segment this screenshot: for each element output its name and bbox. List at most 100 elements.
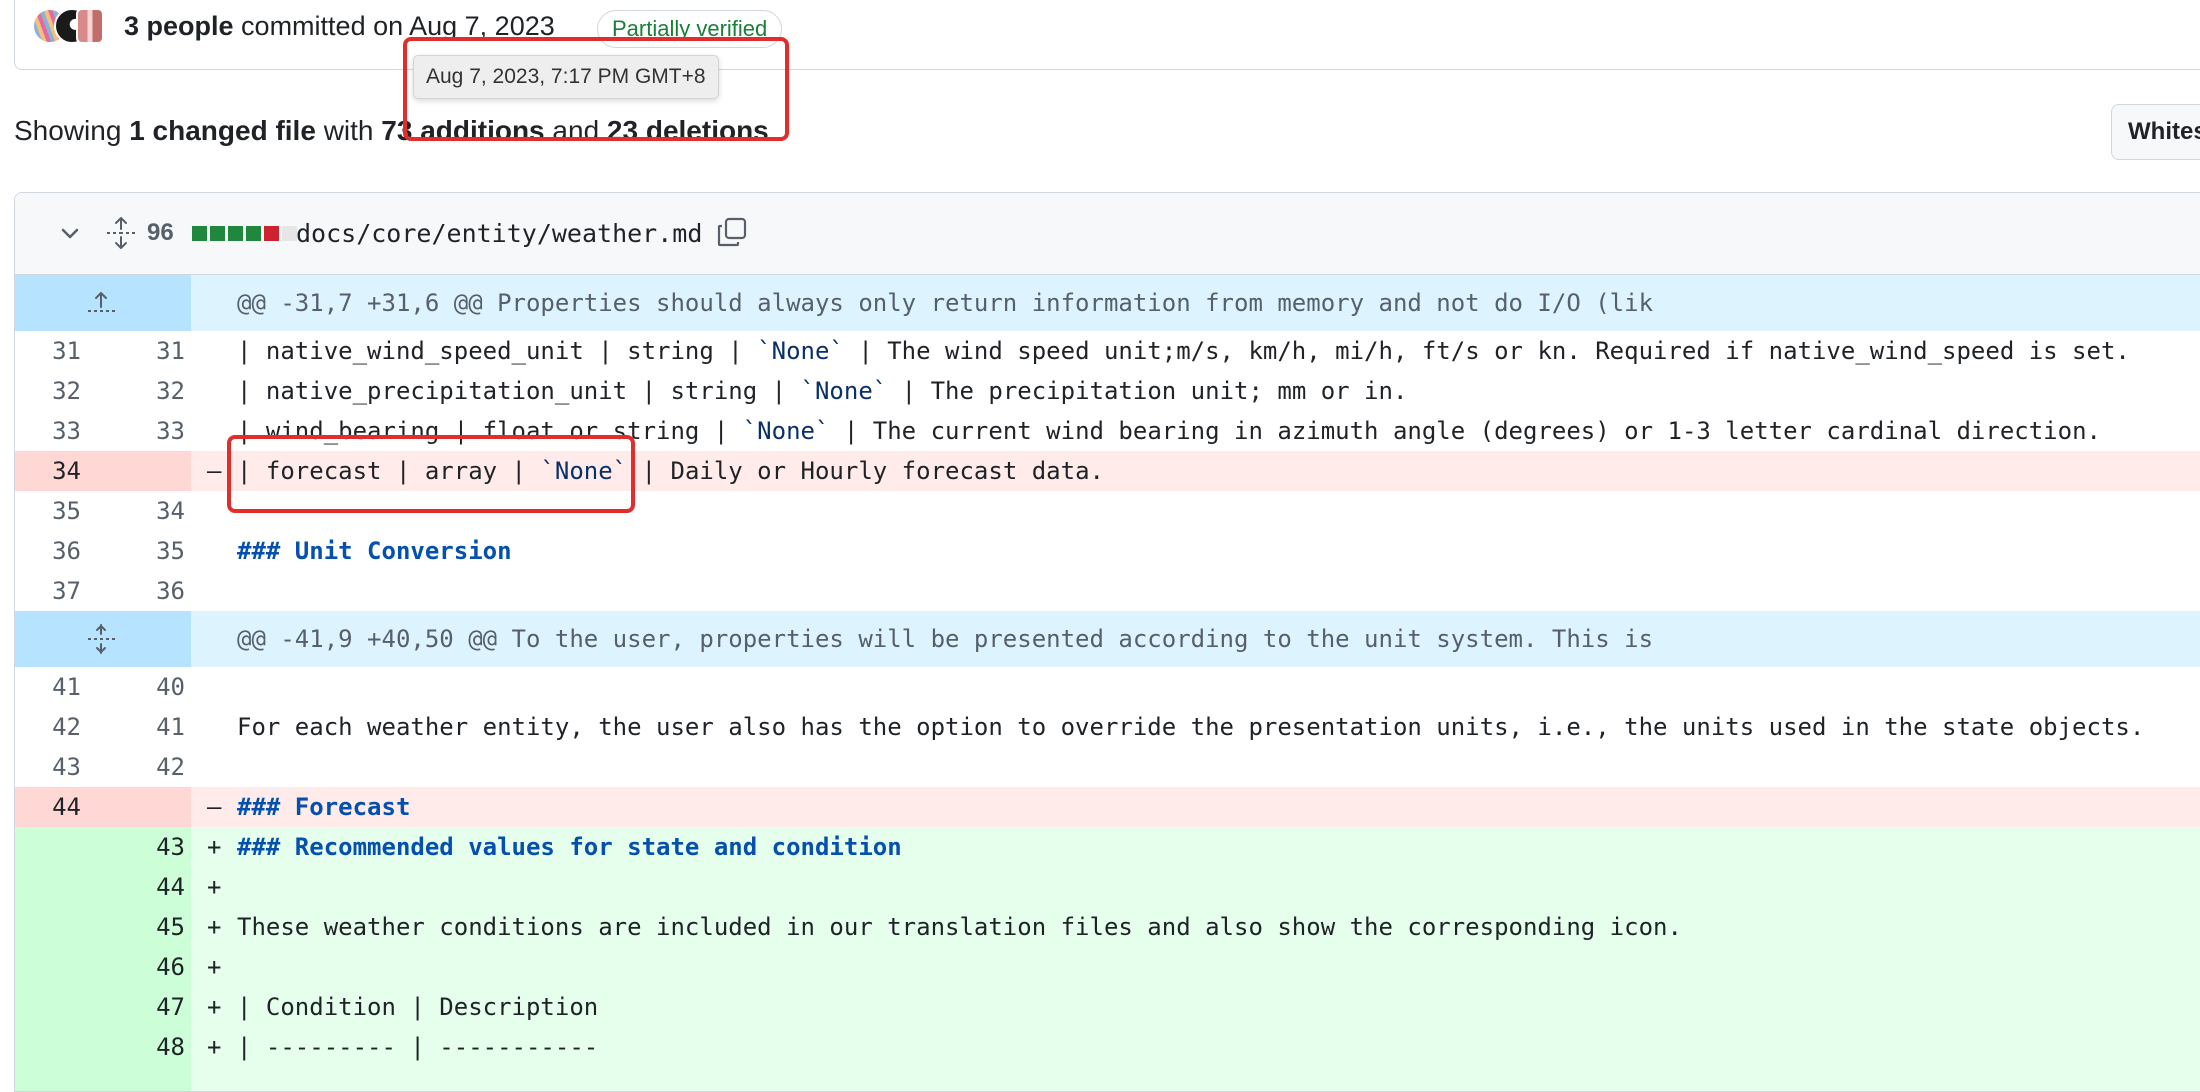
diff-table: @@ -31,7 +31,6 @@ Properties should alwa…: [15, 275, 2200, 1091]
avatar[interactable]: [76, 8, 104, 44]
new-line-number[interactable]: 47: [103, 987, 185, 1027]
new-line-number[interactable]: 48: [103, 1027, 185, 1067]
deletions-count: 23 deletions: [606, 115, 769, 146]
code-text: | Daily or Hourly forecast data.: [627, 457, 1104, 485]
code-literal: `None`: [540, 457, 628, 485]
diffstat-del-square: [264, 226, 279, 241]
diff-line-added: 47 + | Condition | Description: [15, 987, 2200, 1027]
expand-icon[interactable]: [85, 623, 117, 655]
diffstat-add-square: [210, 226, 225, 241]
old-line-number[interactable]: 32: [15, 371, 81, 411]
new-line-number[interactable]: 40: [103, 667, 185, 707]
line-code: ### Unit Conversion: [237, 537, 512, 565]
code-literal: `None`: [742, 417, 830, 445]
new-line-number[interactable]: 44: [103, 867, 185, 907]
code-text: | The current wind bearing in azimuth an…: [829, 417, 2101, 445]
old-line-number[interactable]: [15, 947, 81, 987]
old-line-number[interactable]: [15, 867, 81, 907]
new-line-number[interactable]: 36: [103, 571, 185, 611]
new-line-number[interactable]: [103, 451, 185, 491]
line-code: | wind_bearing | float or string | `None…: [237, 411, 2101, 451]
code-text: | native_wind_speed_unit | string |: [237, 337, 758, 365]
date-tooltip: Aug 7, 2023, 7:17 PM GMT+8: [413, 55, 719, 99]
line-code: ### Recommended values for state and con…: [237, 833, 902, 861]
contributor-avatars[interactable]: [32, 8, 112, 44]
diff-sign: +: [207, 913, 222, 941]
code-literal: `None`: [800, 377, 888, 405]
line-code: | native_wind_speed_unit | string | `Non…: [237, 331, 2130, 371]
diff-line: 43 42: [15, 747, 2200, 787]
new-line-number[interactable]: 34: [103, 491, 185, 531]
changed-files-count: 1 changed file: [129, 115, 316, 146]
old-line-number[interactable]: [15, 987, 81, 1027]
new-line-number[interactable]: 45: [103, 907, 185, 947]
line-code: | native_precipitation_unit | string | `…: [237, 371, 1407, 411]
old-line-number[interactable]: 33: [15, 411, 81, 451]
diffstat-neutral-square: [282, 226, 297, 241]
diff-sign: +: [207, 873, 222, 901]
summary-prefix: Showing: [14, 115, 122, 146]
old-line-number[interactable]: [15, 907, 81, 947]
copy-icon[interactable]: [715, 215, 749, 249]
new-line-number[interactable]: 35: [103, 531, 185, 571]
diff-line-deleted: 34 – | forecast | array | `None` | Daily o…: [15, 451, 2200, 491]
diff-line-deleted: 44 – ### Forecast: [15, 787, 2200, 827]
diff-line: 42 41 For each weather entity, the user al…: [15, 707, 2200, 747]
diff-line: 37 36: [15, 571, 2200, 611]
diff-line-added: 46 +: [15, 947, 2200, 987]
diff-line: 32 32 | native_precipitation_unit | string…: [15, 371, 2200, 411]
old-line-number[interactable]: 44: [15, 787, 81, 827]
diff-line-added: 48 + | --------- | -----------: [15, 1027, 2200, 1067]
old-line-number[interactable]: 31: [15, 331, 81, 371]
new-line-number[interactable]: 32: [103, 371, 185, 411]
verification-badge[interactable]: Partially verified: [597, 10, 783, 48]
diff-line-added: 43 + ### Recommended values for state and …: [15, 827, 2200, 867]
code-text: | wind_bearing | float or string |: [237, 417, 743, 445]
old-line-number[interactable]: 37: [15, 571, 81, 611]
old-line-number[interactable]: 35: [15, 491, 81, 531]
expand-all-icon[interactable]: [103, 215, 139, 251]
commit-info: 3 people committed on Aug 7, 2023: [124, 11, 555, 42]
summary-with: with: [323, 115, 374, 146]
line-code: ### Forecast: [237, 793, 411, 821]
new-line-number[interactable]: 43: [103, 827, 185, 867]
diff-sign: +: [207, 953, 222, 981]
hunk-header: @@ -31,7 +31,6 @@ Properties should alwa…: [15, 275, 2200, 331]
diff-summary: Showing 1 changed file with 73 additions…: [14, 115, 777, 147]
new-line-number[interactable]: 41: [103, 707, 185, 747]
diff-line-added: 45 + These weather conditions are included…: [15, 907, 2200, 947]
old-line-number[interactable]: 42: [15, 707, 81, 747]
whitespace-button[interactable]: Whites: [2111, 104, 2200, 160]
expand-up-icon[interactable]: [85, 287, 117, 319]
diff-line: 41 40: [15, 667, 2200, 707]
new-line-number[interactable]: 31: [103, 331, 185, 371]
old-line-number[interactable]: [15, 1027, 81, 1067]
old-line-number[interactable]: 36: [15, 531, 81, 571]
committers-link[interactable]: 3 people: [124, 11, 234, 41]
additions-count: 73 additions: [381, 115, 545, 146]
file-path[interactable]: docs/core/entity/weather.md: [296, 219, 702, 248]
old-line-number[interactable]: 41: [15, 667, 81, 707]
diff-sign: +: [207, 833, 222, 861]
line-code: | forecast | array | `None` | Daily or H…: [237, 451, 1104, 491]
old-line-number[interactable]: 34: [15, 451, 81, 491]
change-count: 96: [147, 219, 174, 246]
line-code: | --------- | -----------: [237, 1033, 599, 1061]
new-line-number[interactable]: [103, 787, 185, 827]
diffstat-add-square: [192, 226, 207, 241]
new-line-number[interactable]: 46: [103, 947, 185, 987]
code-text: | The precipitation unit; mm or in.: [887, 377, 1408, 405]
diffstat-add-square: [246, 226, 261, 241]
old-line-number[interactable]: [15, 827, 81, 867]
new-line-number[interactable]: 33: [103, 411, 185, 451]
line-code: | Condition | Description: [237, 993, 599, 1021]
old-line-number[interactable]: 43: [15, 747, 81, 787]
diff-line-added: [15, 1067, 2200, 1091]
new-line-number[interactable]: 42: [103, 747, 185, 787]
hunk-header: @@ -41,9 +40,50 @@ To the user, properti…: [15, 611, 2200, 667]
chevron-down-icon[interactable]: [55, 219, 85, 249]
diff-line: 31 31 | native_wind_speed_unit | string | …: [15, 331, 2200, 371]
diff-line: 35 34: [15, 491, 2200, 531]
commit-date[interactable]: committed on Aug 7, 2023: [241, 11, 555, 41]
diffstat-bar: [192, 226, 300, 242]
